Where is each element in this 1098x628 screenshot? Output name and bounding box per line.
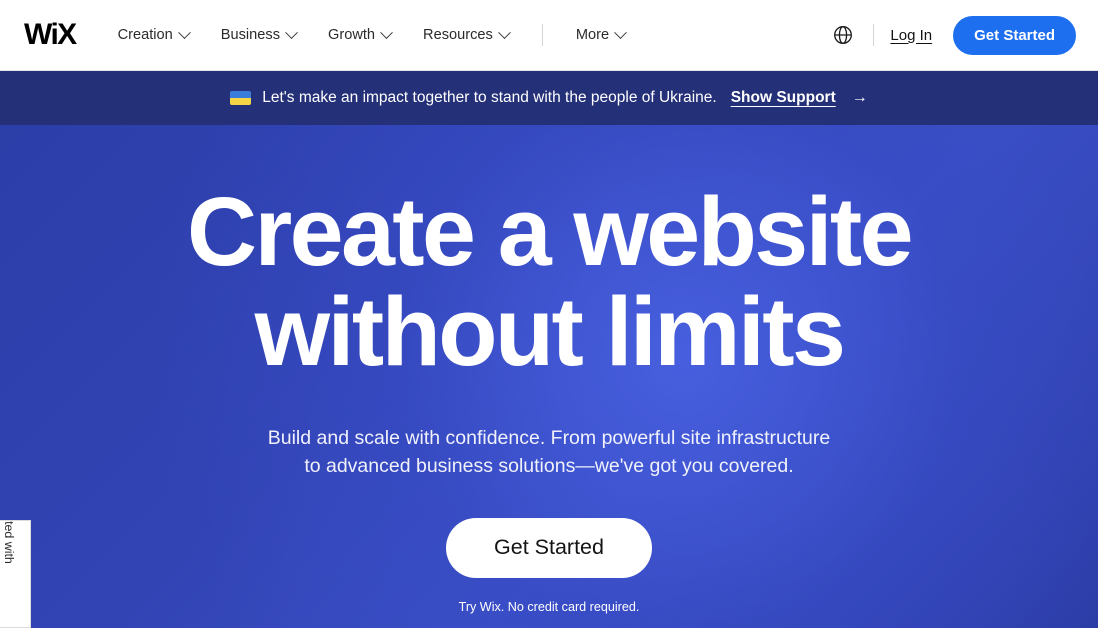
nav-item-creation[interactable]: Creation (118, 0, 205, 70)
chevron-down-icon (177, 25, 191, 39)
show-support-link[interactable]: Show Support (731, 89, 836, 107)
action-divider (873, 24, 875, 46)
subtitle-line-2: to advanced business solutions—we've got… (304, 455, 794, 478)
nav-item-more[interactable]: More (560, 0, 641, 70)
get-started-button-hero[interactable]: Get Started (446, 518, 652, 578)
nav-item-resources[interactable]: Resources (407, 0, 525, 70)
heading-line-1: Create a website (187, 177, 914, 286)
nav-item-label: Business (220, 27, 280, 43)
nav-item-label: Resources (423, 27, 493, 43)
login-link[interactable]: Log In (890, 27, 932, 44)
nav-divider (541, 24, 543, 46)
banner-message: Let's make an impact together to stand w… (262, 89, 717, 106)
hero-subtitle: Build and scale with confidence. From po… (0, 424, 1098, 481)
primary-navigation: Creation Business Growth Resources More (118, 0, 641, 70)
header-actions: Log In Get Started (829, 15, 1076, 55)
ukraine-support-banner: Let's make an impact together to stand w… (0, 71, 1098, 125)
chevron-down-icon (285, 25, 298, 39)
hero-section: Create a website without limits Build an… (0, 125, 1098, 628)
site-header: WiX Creation Business Growth Resources M… (0, 0, 1098, 71)
arrow-right-icon: → (851, 89, 868, 106)
created-with-label: Created with (2, 520, 16, 564)
nav-item-business[interactable]: Business (205, 0, 312, 70)
nav-item-label: Growth (328, 27, 376, 43)
wix-logo[interactable]: WiX (24, 20, 77, 50)
chevron-down-icon (380, 25, 393, 39)
chevron-down-icon (614, 25, 627, 39)
globe-icon[interactable] (829, 21, 857, 49)
subtitle-line-1: Build and scale with confidence. From po… (267, 426, 831, 449)
cta-note: Try Wix. No credit card required. (458, 599, 640, 614)
chevron-down-icon (497, 25, 511, 39)
nav-item-label: Creation (117, 27, 173, 43)
created-with-tab[interactable]: Created with (0, 520, 31, 628)
page-title: Create a website without limits (0, 125, 1098, 382)
nav-item-label: More (575, 27, 610, 43)
ukraine-flag-icon (230, 91, 252, 105)
heading-line-2: without limits (254, 276, 846, 386)
cta-container: Get Started (0, 518, 1098, 578)
get-started-button-header[interactable]: Get Started (953, 15, 1076, 55)
nav-item-growth[interactable]: Growth (312, 0, 407, 70)
